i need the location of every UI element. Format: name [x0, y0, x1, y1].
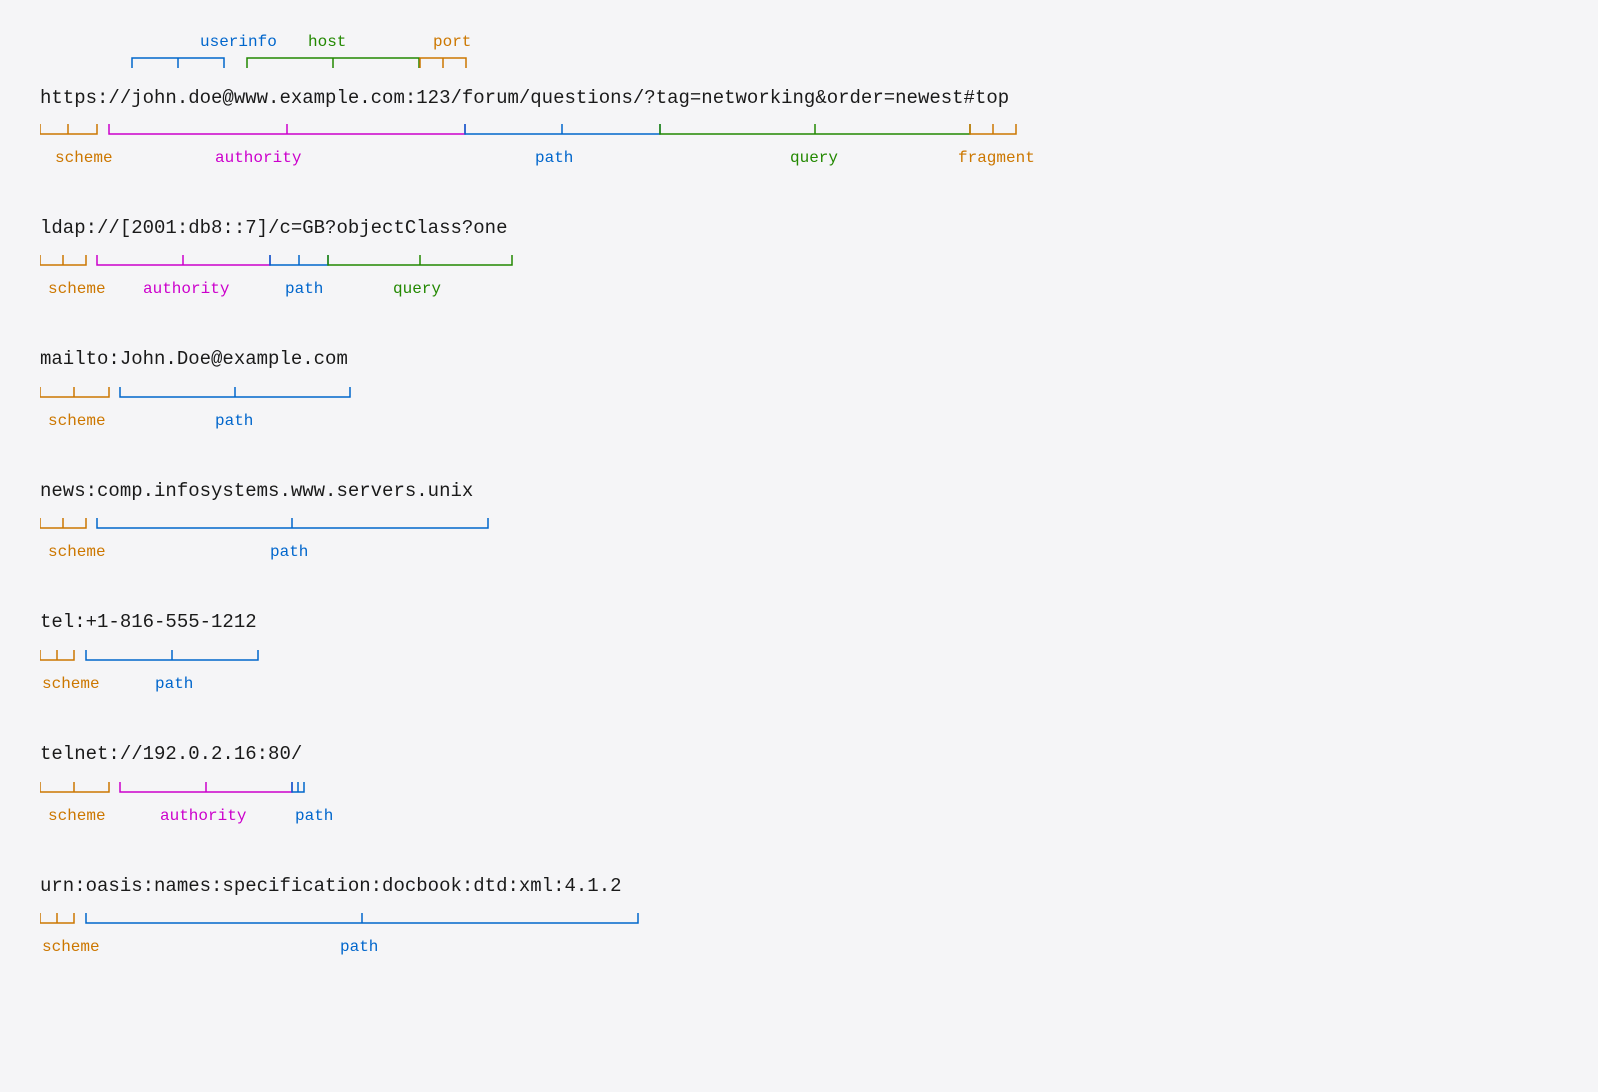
port-label-top: port [433, 33, 471, 51]
scheme-label-mailto: scheme [48, 412, 106, 430]
path-label-mailto: path [215, 412, 253, 430]
section-https: userinfo host port https://john.doe@www.… [40, 30, 1558, 179]
fragment-label-1: fragment [958, 149, 1035, 167]
path-label-news: path [270, 543, 308, 561]
telnet-labels-row: scheme authority path [40, 772, 1558, 837]
scheme-label-tel: scheme [42, 675, 100, 693]
scheme-label-urn: scheme [42, 938, 100, 956]
uri-telnet-text: telnet://192.0.2.16:80/ [40, 741, 1558, 768]
main-content: userinfo host port https://john.doe@www.… [40, 30, 1558, 968]
path-label-telnet: path [295, 807, 333, 825]
urn-labels-row: scheme path [40, 903, 1558, 968]
uri-urn-text: urn:oasis:names:specification:docbook:dt… [40, 873, 1558, 900]
query-label-ldap: query [393, 280, 441, 298]
query-label-1: query [790, 149, 838, 167]
host-label-top: host [308, 33, 346, 51]
section-tel: tel:+1-816-555-1212 scheme path [40, 609, 1558, 705]
scheme-label-ldap: scheme [48, 280, 106, 298]
news-labels-row: scheme path [40, 508, 1558, 573]
top-labels-row: userinfo host port [40, 30, 1558, 85]
uri-news-text: news:comp.infosystems.www.servers.unix [40, 478, 1558, 505]
bottom-labels-row: scheme authority path query [40, 114, 1558, 179]
uri-tel-text: tel:+1-816-555-1212 [40, 609, 1558, 636]
userinfo-label-top: userinfo [200, 33, 277, 51]
tel-labels-row: scheme path [40, 640, 1558, 705]
path-label-urn: path [340, 938, 378, 956]
authority-label-1: authority [215, 149, 302, 167]
uri-mailto-text: mailto:John.Doe@example.com [40, 346, 1558, 373]
section-ldap: ldap://[2001:db8::7]/c=GB?objectClass?on… [40, 215, 1558, 311]
scheme-label-1: scheme [55, 149, 113, 167]
uri-https-text: https://john.doe@www.example.com:123/for… [40, 85, 1558, 112]
authority-label-ldap: authority [143, 280, 230, 298]
path-label-ldap: path [285, 280, 323, 298]
uri-ldap-text: ldap://[2001:db8::7]/c=GB?objectClass?on… [40, 215, 1558, 242]
mailto-labels-row: scheme path [40, 377, 1558, 442]
section-urn: urn:oasis:names:specification:docbook:dt… [40, 873, 1558, 969]
section-news: news:comp.infosystems.www.servers.unix s… [40, 478, 1558, 574]
scheme-label-news: scheme [48, 543, 106, 561]
section-telnet: telnet://192.0.2.16:80/ scheme authority… [40, 741, 1558, 837]
section-mailto: mailto:John.Doe@example.com scheme path [40, 346, 1558, 442]
path-label-tel: path [155, 675, 193, 693]
authority-label-telnet: authority [160, 807, 247, 825]
ldap-labels-row: scheme authority path query [40, 245, 1558, 310]
scheme-label-telnet: scheme [48, 807, 106, 825]
path-label-1: path [535, 149, 573, 167]
